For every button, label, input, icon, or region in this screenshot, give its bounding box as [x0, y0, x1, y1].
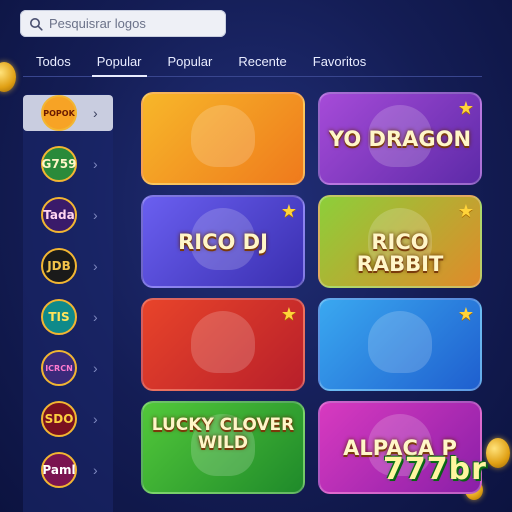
chevron-right-icon: › [93, 411, 98, 427]
provider-logo: G759 [41, 146, 77, 182]
sidebar-item-provider[interactable]: G759 › [23, 146, 113, 182]
game-artwork [191, 310, 255, 373]
provider-logo: Paml [41, 452, 77, 488]
site-watermark: 777br [383, 452, 487, 487]
game-card[interactable] [141, 92, 305, 185]
tab-recente[interactable]: Recente [225, 48, 299, 76]
tab-popular-2[interactable]: Popular [155, 48, 226, 76]
game-card[interactable]: LUCKY CLOVER WILD [141, 401, 305, 494]
game-title: RICO DJ [178, 230, 268, 254]
filter-tabs: Todos Popular Popular Recente Favoritos [23, 48, 482, 77]
game-card[interactable]: ★ [318, 298, 482, 391]
sidebar-item-provider[interactable]: ICRCN › [23, 350, 113, 386]
tab-popular[interactable]: Popular [84, 48, 155, 77]
game-card[interactable]: RICO DJ ★ [141, 195, 305, 288]
provider-logo: TIS [41, 299, 77, 335]
game-artwork [368, 310, 432, 373]
game-card[interactable]: YO DRAGON ★ [318, 92, 482, 185]
sidebar-item-provider[interactable]: JDB › [23, 248, 113, 284]
chevron-right-icon: › [93, 207, 98, 223]
provider-logo: ICRCN [41, 350, 77, 386]
coin-decoration [486, 438, 510, 468]
coin-decoration [0, 62, 16, 92]
provider-logo: POPOK [41, 95, 77, 131]
favorite-star-icon[interactable]: ★ [458, 98, 474, 119]
chevron-right-icon: › [93, 258, 98, 274]
favorite-star-icon[interactable]: ★ [281, 304, 297, 325]
game-title: YO DRAGON [328, 127, 472, 151]
game-artwork [191, 104, 255, 167]
favorite-star-icon[interactable]: ★ [458, 304, 474, 325]
game-card[interactable]: ★ [141, 298, 305, 391]
sidebar-item-provider[interactable]: SDO › [23, 401, 113, 437]
chevron-right-icon: › [93, 105, 98, 121]
favorite-star-icon[interactable]: ★ [458, 201, 474, 222]
game-title: LUCKY CLOVER WILD [151, 415, 295, 453]
chevron-right-icon: › [93, 156, 98, 172]
search-bar[interactable]: Pesquisrar logos [20, 10, 226, 37]
chevron-right-icon: › [93, 462, 98, 478]
sidebar-item-provider[interactable]: Paml › [23, 452, 113, 488]
sidebar-item-provider[interactable]: POPOK › [23, 95, 113, 131]
search-icon [25, 13, 47, 35]
provider-logo: SDO [41, 401, 77, 437]
game-title: RICO RABBIT [356, 230, 444, 277]
provider-logo: JDB [41, 248, 77, 284]
favorite-star-icon[interactable]: ★ [281, 201, 297, 222]
sidebar-item-provider[interactable]: Tada › [23, 197, 113, 233]
tab-todos[interactable]: Todos [23, 48, 84, 76]
chevron-right-icon: › [93, 309, 98, 325]
provider-logo: Tada [41, 197, 77, 233]
chevron-right-icon: › [93, 360, 98, 376]
search-input[interactable]: Pesquisrar logos [49, 16, 146, 31]
tab-favoritos[interactable]: Favoritos [300, 48, 379, 76]
game-card[interactable]: RICO RABBIT ★ [318, 195, 482, 288]
sidebar-item-provider[interactable]: TIS › [23, 299, 113, 335]
